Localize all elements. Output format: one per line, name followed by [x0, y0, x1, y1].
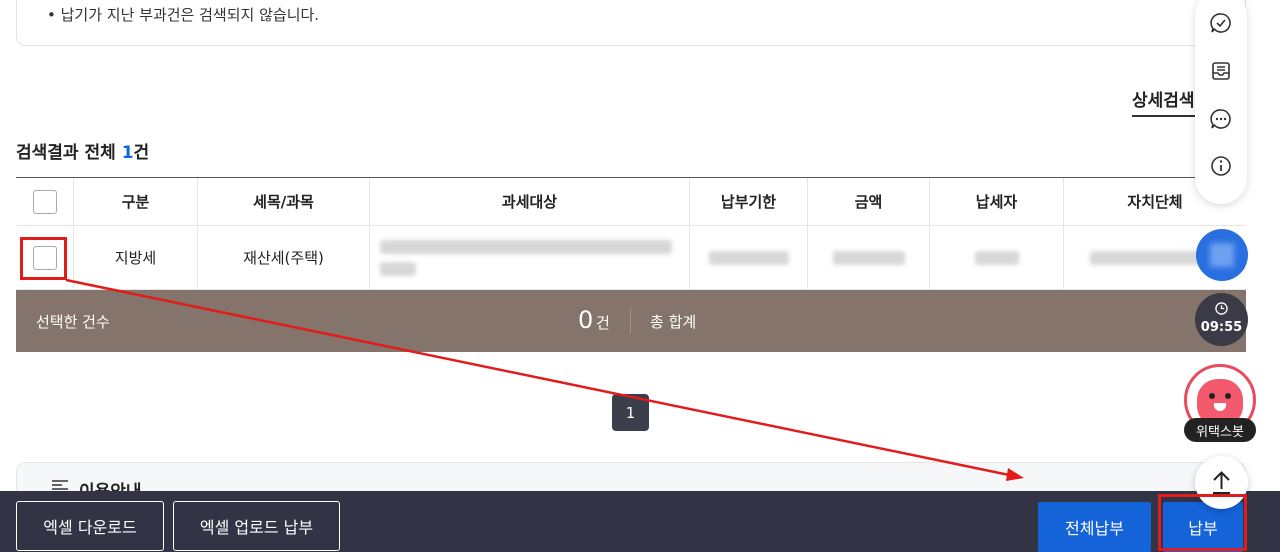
chat-bubble-icon[interactable]	[1210, 108, 1232, 130]
redacted-text	[832, 250, 905, 265]
profile-widget[interactable]	[1196, 229, 1248, 281]
quick-menu	[1195, 0, 1247, 204]
redacted-text	[708, 250, 789, 265]
cell-taxpayer-redacted	[930, 226, 1064, 289]
highlight-row-checkbox	[20, 237, 67, 280]
col-header: 세목/과목	[198, 178, 370, 225]
chatbot-label[interactable]: 위택스봇	[1184, 418, 1256, 442]
session-timer[interactable]: 09:55	[1195, 293, 1248, 346]
col-header: 금액	[808, 178, 930, 225]
result-title-prefix: 검색결과 전체	[16, 143, 122, 163]
excel-upload-pay-button[interactable]: 엑셀 업로드 납부	[173, 501, 340, 551]
selected-count-unit: 건	[596, 314, 610, 332]
bottom-action-bar: 엑셀 다운로드 엑셀 업로드 납부 전체납부 납부	[0, 491, 1280, 552]
redacted-text	[974, 250, 1019, 265]
detail-search-link[interactable]: 상세검색	[1132, 86, 1202, 117]
notice-text: • 납기가 지난 부과건은 검색되지 않습니다.	[47, 6, 320, 24]
total-sum-label: 총 합계	[650, 312, 697, 331]
page-1-button[interactable]: 1	[612, 394, 649, 431]
profile-image-redacted	[1210, 243, 1234, 267]
cell-amount-redacted	[808, 226, 930, 289]
redacted-text	[380, 239, 672, 254]
col-header: 납부기한	[690, 178, 808, 225]
result-count: 1	[121, 143, 134, 163]
pay-all-button[interactable]: 전체납부	[1038, 502, 1151, 552]
selection-summary-bar: 선택한 건수 0 건 총 합계	[16, 290, 1246, 352]
cell-category: 지방세	[74, 226, 198, 289]
selected-count-value: 0	[578, 306, 594, 334]
excel-download-button[interactable]: 엑셀 다운로드	[16, 501, 164, 551]
table-header-row: 구분 세목/과목 과세대상 납부기한 금액 납세자 자치단체	[16, 178, 1246, 226]
table-row[interactable]: 지방세 재산세(주택)	[16, 226, 1246, 290]
header-checkbox-cell	[16, 178, 74, 225]
info-icon[interactable]	[1210, 155, 1232, 177]
summary-divider	[630, 308, 631, 334]
cell-tax-target-redacted	[370, 226, 690, 289]
inbox-icon[interactable]	[1210, 60, 1232, 82]
cell-due-date-redacted	[690, 226, 808, 289]
cell-tax-item: 재산세(주택)	[198, 226, 370, 289]
col-header: 과세대상	[370, 178, 690, 225]
clock-icon	[1215, 302, 1228, 315]
col-header: 납세자	[930, 178, 1064, 225]
result-title: 검색결과 전체 1건	[16, 138, 149, 163]
timer-value: 09:55	[1200, 320, 1243, 335]
col-header: 구분	[74, 178, 198, 225]
selected-count-label: 선택한 건수	[36, 312, 110, 331]
redacted-text	[380, 261, 416, 276]
results-table: 구분 세목/과목 과세대상 납부기한 금액 납세자 자치단체 지방세 재산세(주…	[16, 177, 1246, 290]
highlight-pay-button	[1158, 494, 1247, 551]
notice-box: • 납기가 지난 부과건은 검색되지 않습니다.	[16, 0, 1246, 46]
chat-check-icon[interactable]	[1210, 12, 1232, 34]
select-all-checkbox[interactable]	[32, 189, 57, 214]
list-icon	[52, 480, 68, 490]
result-count-suffix: 건	[133, 143, 150, 163]
